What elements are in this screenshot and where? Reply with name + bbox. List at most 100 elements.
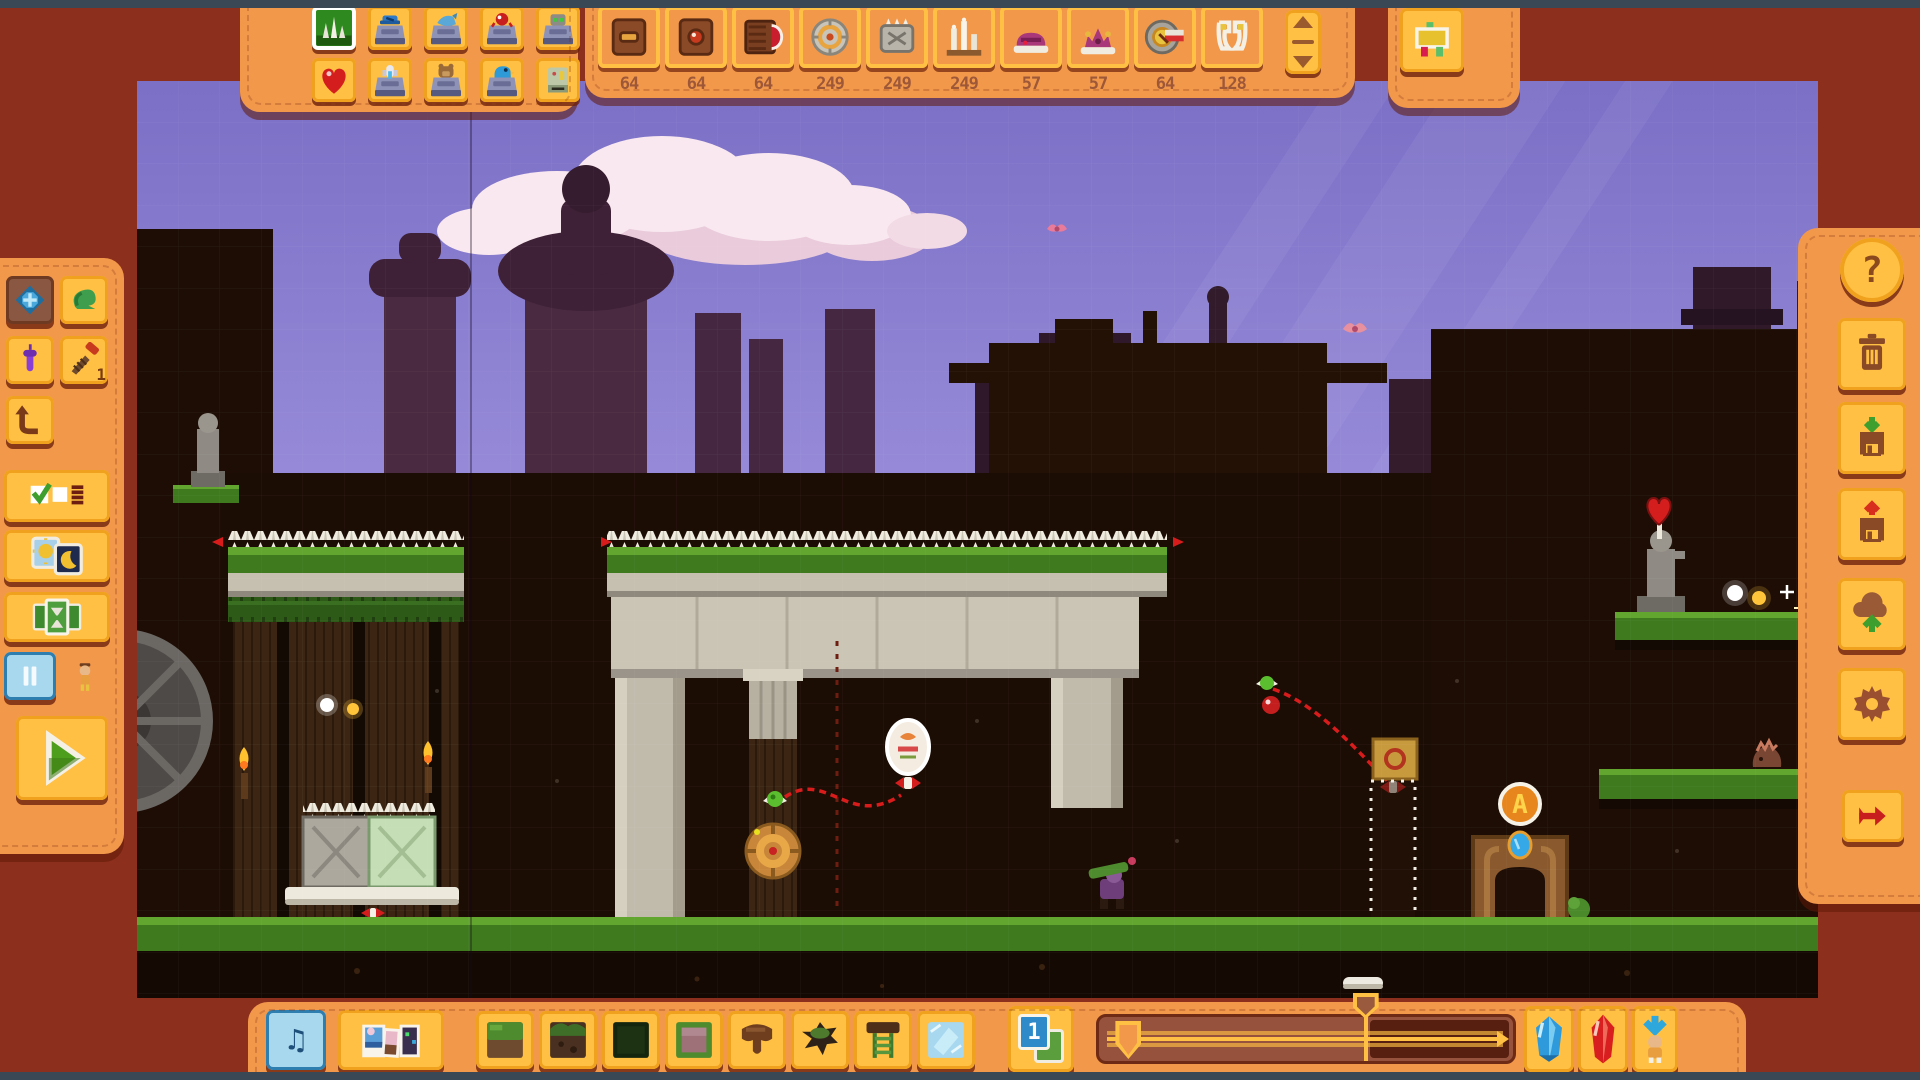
tile-frame-button[interactable] — [665, 1011, 723, 1069]
palette-item-box-bear[interactable] — [424, 58, 468, 102]
palette-item-box-console[interactable] — [536, 58, 580, 102]
hotbar-count: 249 — [866, 74, 928, 94]
eye-door-icon — [665, 6, 727, 68]
right-toolbar-panel: ? — [1798, 228, 1920, 904]
move-tool-button[interactable] — [6, 276, 54, 324]
tile-ladder-button[interactable] — [854, 1011, 912, 1069]
slug-icon — [1000, 6, 1062, 68]
backgrounds-icon — [348, 1017, 434, 1063]
question-mark-icon: ? — [1861, 250, 1883, 291]
tile-bush-icon — [798, 1018, 842, 1062]
trash-icon — [1849, 329, 1895, 379]
hotbar-slot-crusher[interactable]: 249 — [866, 6, 928, 94]
sign-button[interactable] — [1400, 8, 1464, 72]
timeline-slider[interactable] — [1096, 1014, 1516, 1064]
hotbar-slot-side-hatch[interactable]: 64 — [732, 6, 794, 94]
wand-tool-button[interactable] — [6, 336, 54, 384]
item-palette-grid — [312, 6, 580, 102]
hotbar-slot-eye-door[interactable]: 64 — [665, 6, 727, 94]
blue-gem-icon — [1531, 1013, 1567, 1065]
level-canvas[interactable]: A — [137, 81, 1818, 998]
palette-item-box-spikeball[interactable] — [480, 6, 524, 50]
delete-level-button[interactable] — [1838, 318, 1906, 390]
tile-grass-button[interactable] — [476, 1011, 534, 1069]
hotbar-slot-hatch-door[interactable]: 64 — [598, 6, 660, 94]
hotbar-slot-slug[interactable]: 57 — [1000, 6, 1062, 94]
save-button[interactable] — [1838, 402, 1906, 474]
upload-cloud-button[interactable] — [1838, 578, 1906, 650]
palette-item-box-cap[interactable] — [368, 6, 412, 50]
hotbar-page-stepper[interactable] — [1285, 10, 1321, 74]
hotbar-slot-spiky-slug[interactable]: 57 — [1067, 6, 1129, 94]
timeline-handle[interactable] — [1115, 1021, 1141, 1059]
saw-disc-icon — [799, 6, 861, 68]
character-icon — [68, 656, 102, 696]
hotbar-count: 57 — [1067, 74, 1129, 94]
candles-icon — [933, 6, 995, 68]
goggles-icon — [1201, 6, 1263, 68]
blue-gem-button[interactable] — [1524, 1006, 1574, 1072]
palette-item-box-robot[interactable] — [536, 6, 580, 50]
palette-item-box-bird[interactable] — [480, 58, 524, 102]
red-gem-icon — [1585, 1013, 1621, 1065]
spawn-point-button[interactable] — [1632, 1006, 1678, 1072]
terrain-tool-button[interactable] — [60, 276, 108, 324]
tile-frame-icon — [672, 1018, 716, 1062]
music-button[interactable]: ♫ — [266, 1010, 326, 1070]
layers-button[interactable]: 1 — [1008, 1006, 1074, 1072]
tile-dark-button[interactable] — [602, 1011, 660, 1069]
stepper-up-icon[interactable] — [1293, 16, 1313, 28]
hotbar-count: 64 — [1134, 74, 1196, 94]
undo-icon — [12, 402, 48, 438]
pause-button[interactable] — [4, 652, 56, 700]
layer-card-front: 1 — [1018, 1014, 1050, 1050]
hotbar-slot-goggles[interactable]: 128 — [1201, 6, 1263, 94]
tile-mushroom-button[interactable] — [728, 1011, 786, 1069]
palette-item-box-fish[interactable] — [424, 6, 468, 50]
hotbar-count: 249 — [799, 74, 861, 94]
hotbar-slot-flag-disc[interactable]: 64 — [1134, 6, 1196, 94]
tile-dirt-button[interactable] — [539, 1011, 597, 1069]
window-top-edge — [0, 0, 1920, 8]
timeline-track-line — [1107, 1037, 1503, 1041]
tile-ladder-icon — [861, 1018, 905, 1062]
day-night-icon — [11, 535, 103, 577]
grid-overlay — [137, 81, 1818, 998]
brush-size-badge: 1 — [96, 365, 106, 384]
hotbar-count: 64 — [732, 74, 794, 94]
tile-bush-button[interactable] — [791, 1011, 849, 1069]
tile-ice-icon — [924, 1018, 968, 1062]
character-button[interactable] — [62, 652, 108, 700]
play-button[interactable] — [16, 716, 108, 800]
sign-icon — [1410, 18, 1454, 62]
stepper-divider — [1292, 40, 1314, 44]
hotbar-count: 128 — [1201, 74, 1263, 94]
exit-button[interactable] — [1842, 790, 1904, 842]
day-night-toggle[interactable] — [4, 530, 110, 582]
stepper-down-icon[interactable] — [1293, 56, 1313, 68]
terrain-tool-icon — [66, 282, 102, 318]
backgrounds-button[interactable] — [338, 1010, 444, 1070]
load-button[interactable] — [1838, 488, 1906, 560]
tile-dark-icon — [609, 1018, 653, 1062]
undo-button[interactable] — [6, 396, 54, 444]
palette-item-box-rocket[interactable] — [368, 58, 412, 102]
help-button[interactable]: ? — [1840, 238, 1904, 302]
checklist-icon — [11, 477, 103, 515]
crusher-icon — [866, 6, 928, 68]
hotbar-count: 64 — [598, 74, 660, 94]
settings-button[interactable] — [1838, 668, 1906, 740]
red-gem-button[interactable] — [1578, 1006, 1628, 1072]
theme-cards-button[interactable] — [4, 592, 110, 642]
window-bottom-edge — [0, 1072, 1920, 1080]
tile-ice-button[interactable] — [917, 1011, 975, 1069]
palette-item-heart[interactable] — [312, 58, 356, 102]
palette-item-spike-picture[interactable] — [312, 6, 356, 50]
hotbar-slot-candles[interactable]: 249 — [933, 6, 995, 94]
checklist-button[interactable] — [4, 470, 110, 522]
hotbar-count: 64 — [665, 74, 727, 94]
brush-tool-button[interactable]: 1 — [60, 336, 108, 384]
cloud-upload-icon — [1848, 589, 1896, 639]
play-icon — [32, 728, 92, 788]
hotbar-slot-saw-disc[interactable]: 249 — [799, 6, 861, 94]
